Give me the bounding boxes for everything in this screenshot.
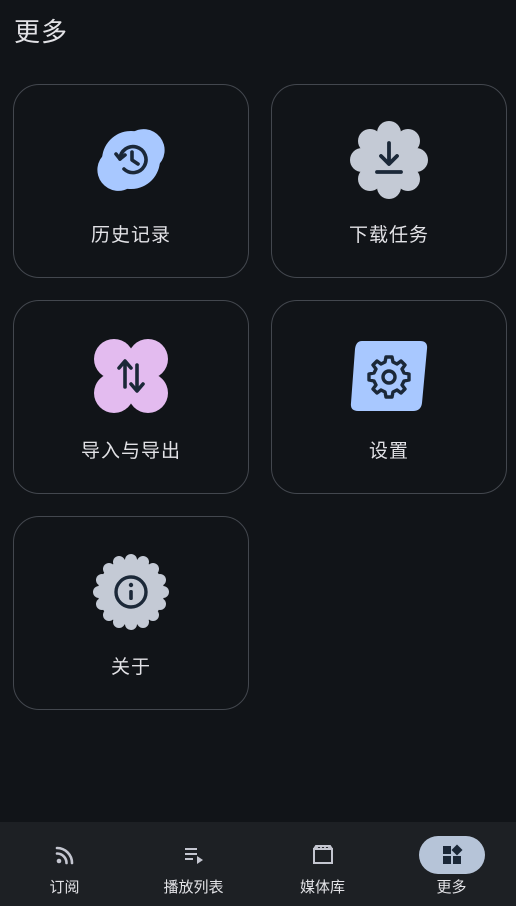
page-title: 更多 bbox=[14, 18, 69, 48]
settings-icon bbox=[348, 335, 430, 417]
nav-label-media-library: 媒体库 bbox=[299, 878, 345, 896]
about-card[interactable]: 关于 bbox=[13, 516, 249, 710]
nav-label-subscriptions: 订阅 bbox=[49, 878, 80, 896]
nav-label-playlists: 播放列表 bbox=[163, 878, 224, 896]
info-icon bbox=[90, 551, 172, 633]
nav-item-media-library[interactable]: 媒体库 bbox=[258, 822, 387, 906]
import-export-label: 导入与导出 bbox=[80, 440, 181, 462]
more-widgets-icon bbox=[440, 843, 464, 867]
nav-item-playlists[interactable]: 播放列表 bbox=[129, 822, 258, 906]
settings-label: 设置 bbox=[368, 440, 409, 462]
history-label: 历史记录 bbox=[90, 224, 171, 246]
playlist-icon bbox=[182, 843, 206, 867]
download-card[interactable]: 下载任务 bbox=[271, 84, 507, 278]
settings-card[interactable]: 设置 bbox=[271, 300, 507, 494]
import-export-icon bbox=[90, 335, 172, 417]
bottom-navigation: 订阅 播放列表 媒体库 更多 bbox=[0, 822, 516, 906]
nav-item-more[interactable]: 更多 bbox=[387, 822, 516, 906]
history-icon bbox=[90, 119, 172, 201]
download-label: 下载任务 bbox=[348, 224, 429, 246]
download-icon bbox=[348, 119, 430, 201]
history-card[interactable]: 历史记录 bbox=[13, 84, 249, 278]
import-export-card[interactable]: 导入与导出 bbox=[13, 300, 249, 494]
about-label: 关于 bbox=[110, 656, 151, 678]
nav-item-subscriptions[interactable]: 订阅 bbox=[0, 822, 129, 906]
media-library-icon bbox=[311, 843, 335, 867]
rss-icon bbox=[53, 843, 77, 867]
nav-label-more: 更多 bbox=[436, 878, 467, 896]
